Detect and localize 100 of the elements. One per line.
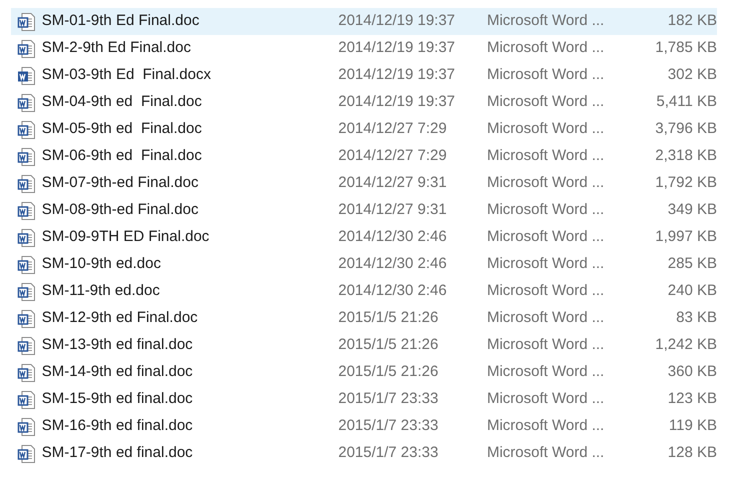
word-document-icon xyxy=(16,12,37,32)
file-type: Microsoft Word ... xyxy=(486,308,606,328)
file-size: 119 KB xyxy=(668,416,718,436)
modified-date: 2014/12/27 9:31 xyxy=(338,200,448,220)
modified-date: 2014/12/19 19:37 xyxy=(338,65,456,86)
file-type: Microsoft Word ... xyxy=(486,65,606,86)
file-size: 5,411 KB xyxy=(655,92,718,112)
file-row[interactable]: SM-2-9th Ed Final.doc 2014/12/19 19:37 Microsoft Word ... 1,785 KB xyxy=(11,35,717,62)
file-name: SM-08-9th-ed Final.doc xyxy=(42,200,200,220)
word-document-icon xyxy=(16,174,37,194)
file-size: 1,785 KB xyxy=(654,38,718,58)
file-size: 182 KB xyxy=(666,11,718,32)
file-type: Microsoft Word ... xyxy=(486,227,606,248)
word-document-icon xyxy=(16,254,37,274)
file-type: Microsoft Word ... xyxy=(486,362,606,382)
file-row[interactable]: SM-10-9th ed.doc 2014/12/30 2:46 Microsoft Word ... 285 KB xyxy=(11,251,717,278)
file-type: Microsoft Word ... xyxy=(486,200,606,220)
file-name: SM-12-9th ed Final.doc xyxy=(42,308,199,328)
file-name: SM-2-9th Ed Final.doc xyxy=(42,38,192,58)
modified-date: 2014/12/19 19:37 xyxy=(338,11,456,32)
file-type: Microsoft Word ... xyxy=(486,254,606,274)
word-document-icon xyxy=(16,120,37,140)
file-row[interactable]: SM-07-9th-ed Final.doc 2014/12/27 9:31 Microsoft Word ... 1,792 KB xyxy=(11,170,717,197)
file-row[interactable]: SM-04-9th ed Final.doc 2014/12/19 19:37 Microsoft Word ... 5,411 KB xyxy=(11,89,717,116)
file-type: Microsoft Word ... xyxy=(486,389,606,410)
modified-date: 2014/12/19 19:37 xyxy=(338,38,456,58)
file-row[interactable]: SM-13-9th ed final.doc 2015/1/5 21:26 Microsoft Word ... 1,242 KB xyxy=(11,332,717,359)
word-document-icon xyxy=(16,228,37,248)
file-type: Microsoft Word ... xyxy=(486,443,606,464)
word-document-icon xyxy=(16,308,37,328)
word-document-icon xyxy=(16,444,37,464)
file-row[interactable]: SM-14-9th ed final.doc 2015/1/5 21:26 Microsoft Word ... 360 KB xyxy=(11,359,717,386)
file-name: SM-17-9th ed final.doc xyxy=(42,443,194,464)
file-name: SM-16-9th ed final.doc xyxy=(42,416,194,436)
file-type: Microsoft Word ... xyxy=(486,38,606,58)
file-size: 360 KB xyxy=(666,362,718,382)
file-name: SM-06-9th ed Final.doc xyxy=(42,146,203,166)
modified-date: 2014/12/27 9:31 xyxy=(338,173,448,194)
word-document-icon xyxy=(16,66,37,86)
file-row[interactable]: SM-16-9th ed final.doc 2015/1/7 23:33 Microsoft Word ... 119 KB xyxy=(11,413,717,440)
word-document-icon xyxy=(16,390,37,410)
file-size: 1,792 KB xyxy=(654,173,718,194)
file-row[interactable]: SM-03-9th Ed Final.docx 2014/12/19 19:37 Microsoft Word ... 302 KB xyxy=(11,62,717,89)
file-name: SM-13-9th ed final.doc xyxy=(42,335,194,356)
file-name: SM-07-9th-ed Final.doc xyxy=(42,173,200,194)
file-row[interactable]: SM-06-9th ed Final.doc 2014/12/27 7:29 Microsoft Word ... 2,318 KB xyxy=(11,143,717,170)
file-size: 285 KB xyxy=(666,254,718,274)
file-row[interactable]: SM-08-9th-ed Final.doc 2014/12/27 9:31 Microsoft Word ... 349 KB xyxy=(11,197,717,224)
file-size: 349 KB xyxy=(666,200,718,220)
file-size: 2,318 KB xyxy=(654,146,718,166)
file-size: 1,997 KB xyxy=(654,227,718,248)
file-row[interactable]: SM-01-9th Ed Final.doc 2014/12/19 19:37 Microsoft Word ... 182 KB xyxy=(11,8,717,35)
word-document-icon xyxy=(16,146,37,166)
file-type: Microsoft Word ... xyxy=(486,146,606,166)
file-row[interactable]: SM-17-9th ed final.doc 2015/1/7 23:33 Microsoft Word ... 128 KB xyxy=(11,440,717,467)
file-row[interactable]: SM-05-9th ed Final.doc 2014/12/27 7:29 Microsoft Word ... 3,796 KB xyxy=(11,116,717,143)
modified-date: 2014/12/30 2:46 xyxy=(338,254,448,274)
word-document-icon xyxy=(16,362,37,382)
file-size: 1,242 KB xyxy=(654,335,718,356)
file-size: 302 KB xyxy=(666,65,718,86)
modified-date: 2015/1/7 23:33 xyxy=(338,389,440,410)
file-name: SM-04-9th ed Final.doc xyxy=(42,92,203,112)
file-name: SM-10-9th ed.doc xyxy=(42,254,162,274)
file-name: SM-09-9TH ED Final.doc xyxy=(42,227,210,248)
file-type: Microsoft Word ... xyxy=(486,335,606,356)
file-row[interactable]: SM-11-9th ed.doc 2014/12/30 2:46 Microsoft Word ... 240 KB xyxy=(11,278,717,305)
file-name: SM-05-9th ed Final.doc xyxy=(42,119,203,140)
file-size: 3,796 KB xyxy=(654,119,718,140)
modified-date: 2014/12/19 19:37 xyxy=(338,92,456,112)
file-name: SM-15-9th ed final.doc xyxy=(42,389,194,410)
file-name: SM-03-9th Ed Final.docx xyxy=(42,65,212,86)
file-name: SM-11-9th ed.doc xyxy=(42,281,161,302)
modified-date: 2015/1/5 21:26 xyxy=(338,308,440,328)
file-row[interactable]: SM-12-9th ed Final.doc 2015/1/5 21:26 Microsoft Word ... 83 KB xyxy=(11,305,717,332)
file-type: Microsoft Word ... xyxy=(486,92,606,112)
word-document-icon xyxy=(16,336,37,356)
file-size: 128 KB xyxy=(666,443,718,464)
modified-date: 2015/1/5 21:26 xyxy=(338,362,440,382)
file-type: Microsoft Word ... xyxy=(486,11,606,32)
modified-date: 2015/1/7 23:33 xyxy=(338,443,440,464)
file-row[interactable]: SM-15-9th ed final.doc 2015/1/7 23:33 Microsoft Word ... 123 KB xyxy=(11,386,717,413)
file-name: SM-14-9th ed final.doc xyxy=(42,362,194,382)
file-size: 240 KB xyxy=(666,281,718,302)
word-document-icon xyxy=(16,38,37,58)
word-document-icon xyxy=(16,92,37,112)
file-type: Microsoft Word ... xyxy=(486,173,606,194)
file-type: Microsoft Word ... xyxy=(486,416,606,436)
file-type: Microsoft Word ... xyxy=(486,119,606,140)
modified-date: 2014/12/30 2:46 xyxy=(338,281,448,302)
file-name: SM-01-9th Ed Final.doc xyxy=(42,11,200,32)
modified-date: 2014/12/27 7:29 xyxy=(338,146,448,166)
word-document-icon xyxy=(16,282,37,302)
modified-date: 2014/12/30 2:46 xyxy=(338,227,448,248)
word-document-icon xyxy=(16,200,37,220)
word-document-icon xyxy=(16,416,37,436)
modified-date: 2015/1/5 21:26 xyxy=(338,335,440,356)
file-type: Microsoft Word ... xyxy=(486,281,606,302)
file-size: 123 KB xyxy=(666,389,718,410)
file-row[interactable]: SM-09-9TH ED Final.doc 2014/12/30 2:46 Microsoft Word ... 1,997 KB xyxy=(11,224,717,251)
modified-date: 2014/12/27 7:29 xyxy=(338,119,448,140)
